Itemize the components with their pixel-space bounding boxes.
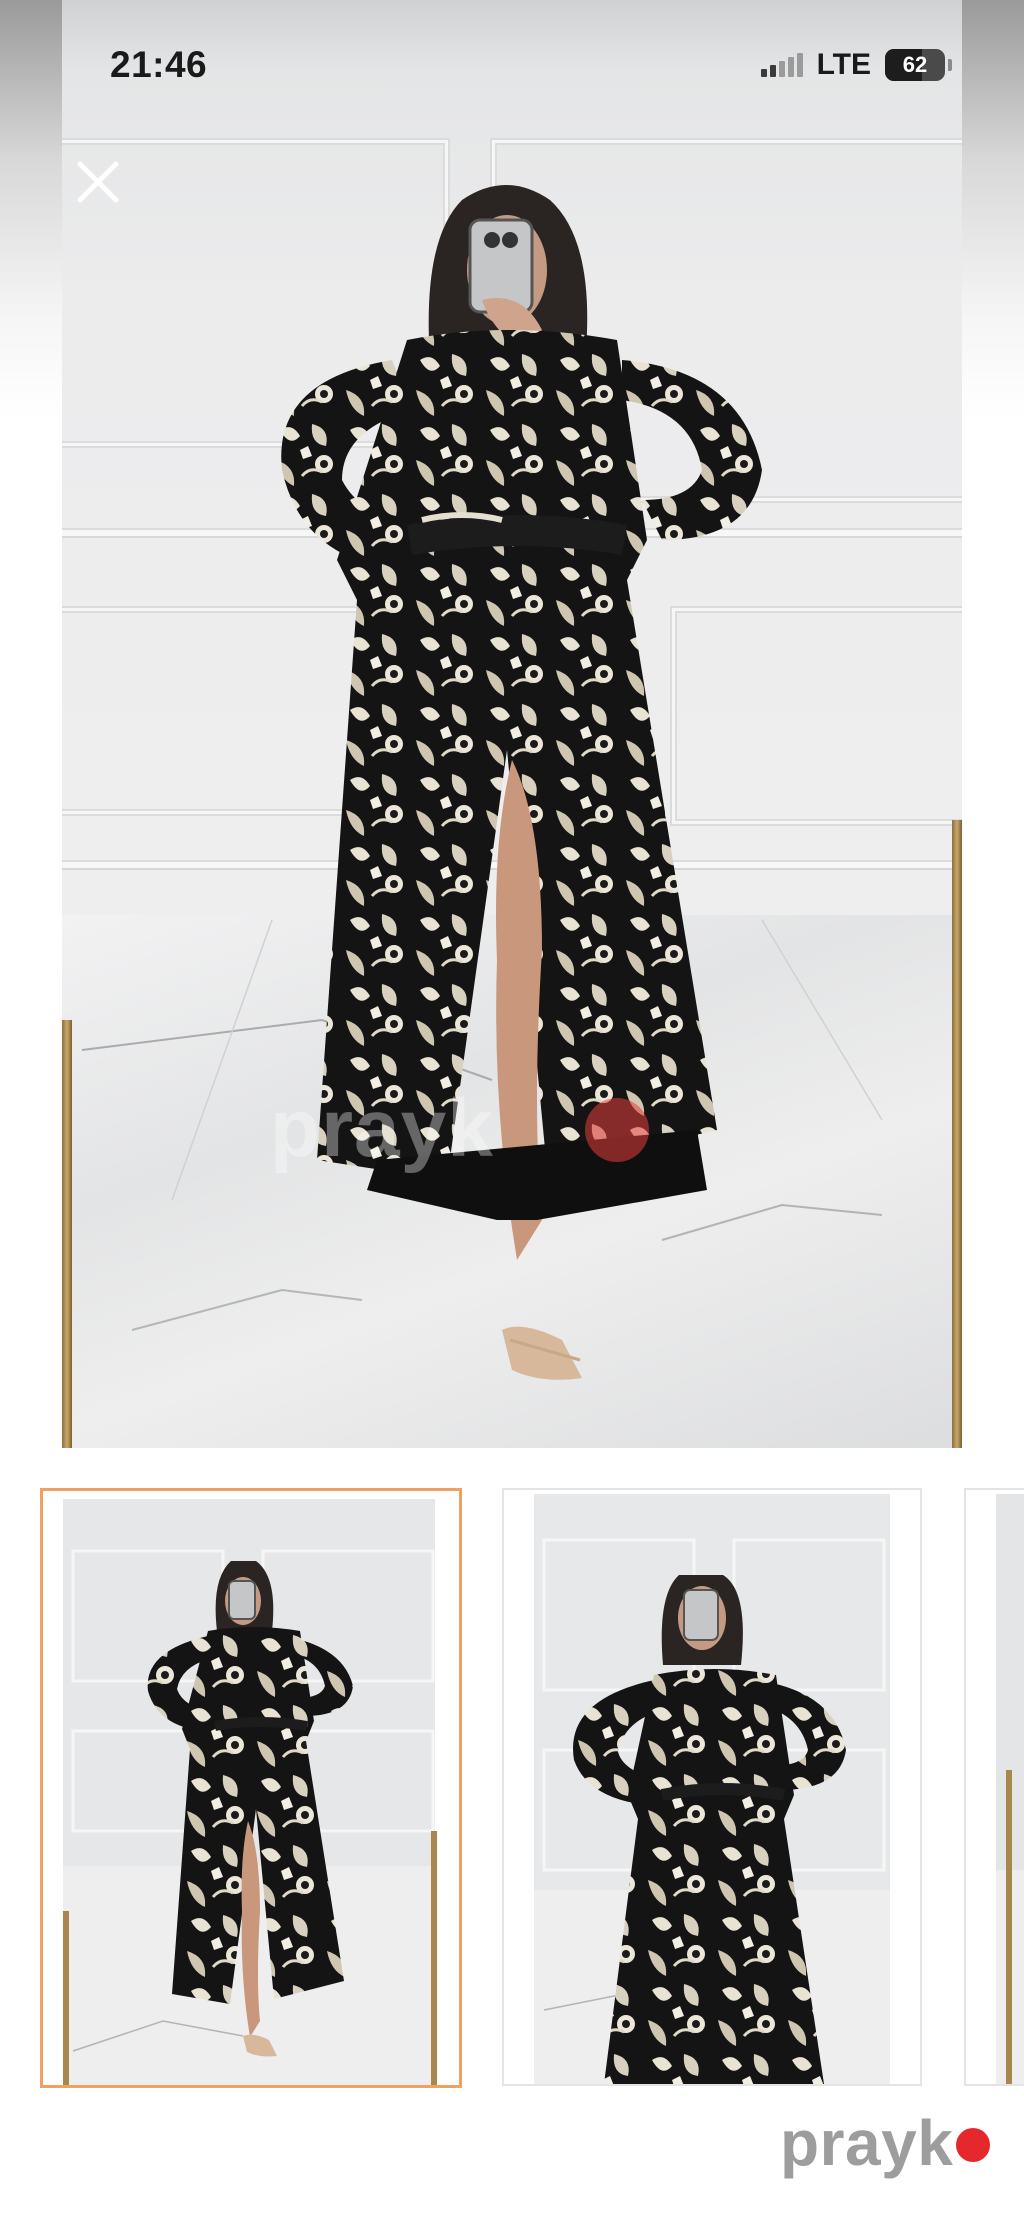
- status-time: 21:46: [110, 44, 208, 85]
- left-letterbox: [0, 0, 62, 1450]
- thumbnail-3-image: [966, 1490, 1024, 2084]
- close-button[interactable]: [72, 156, 124, 208]
- right-letterbox: [962, 0, 1024, 1450]
- brand-logo-dot: [956, 2128, 990, 2162]
- thumbnail-3[interactable]: [964, 1488, 1024, 2086]
- battery-icon: 62: [885, 49, 945, 81]
- brand-logo: prayk: [780, 2107, 954, 2179]
- close-icon: [77, 161, 119, 203]
- battery-level: 62: [902, 52, 928, 77]
- status-bar: 21:46 LTE 62: [62, 0, 962, 130]
- model-figure: [81, 185, 883, 1380]
- thumbnail-2-image: [504, 1490, 920, 2084]
- network-type: LTE: [816, 48, 871, 81]
- watermark-dot: [585, 1098, 649, 1162]
- watermark: prayk: [270, 1083, 494, 1174]
- thumbnail-1[interactable]: [40, 1488, 462, 2088]
- cellular-signal-icon: [760, 53, 803, 77]
- thumbnail-1-image: [43, 1491, 459, 2085]
- status-indicators: LTE 62: [760, 48, 952, 82]
- thumbnail-2[interactable]: [502, 1488, 922, 2086]
- thumbnail-strip[interactable]: [0, 1488, 1024, 2088]
- main-product-photo[interactable]: prayk: [62, 0, 962, 1448]
- battery-tip: [948, 59, 952, 71]
